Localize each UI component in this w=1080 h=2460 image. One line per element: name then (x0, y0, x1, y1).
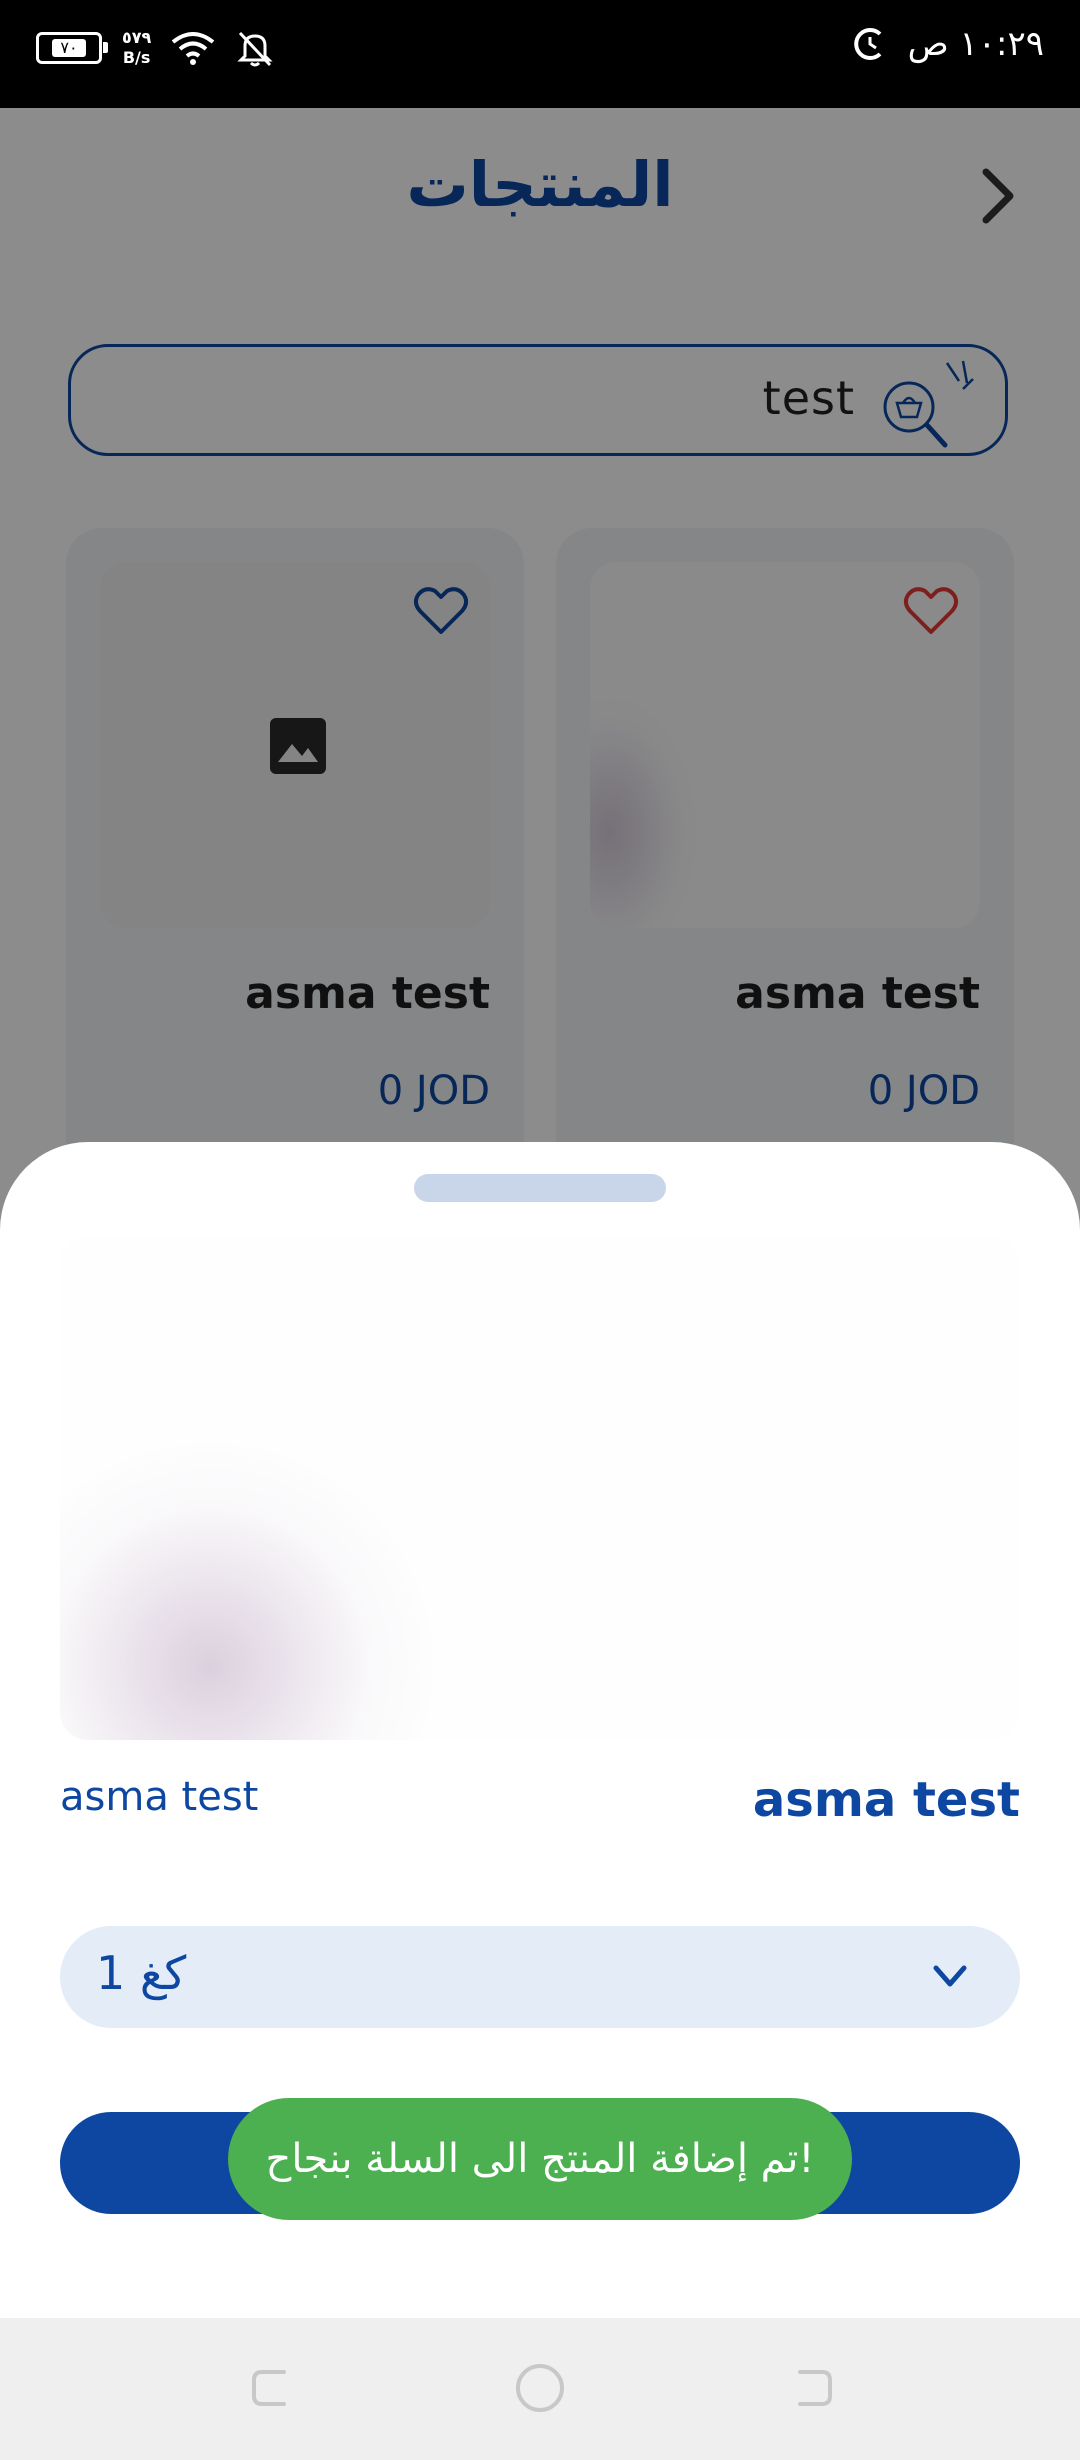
toast-message: !تم إضافة المنتج الى السلة بنجاح (265, 2136, 815, 2182)
drag-handle[interactable] (414, 1174, 666, 1202)
status-bar: ٧٠ ٥٧٩ B/s ١٠:٢٩ ص (0, 0, 1080, 108)
unit-select[interactable]: كغ 1 (60, 1926, 1020, 2028)
chevron-down-icon (933, 1965, 967, 1987)
product-image (60, 1236, 1020, 1740)
home-icon[interactable] (512, 2360, 568, 2416)
recents-icon[interactable] (244, 2360, 300, 2416)
status-left: ٧٠ ٥٧٩ B/s (36, 28, 275, 68)
system-nav-bar (0, 2318, 1080, 2460)
net-speed: ٥٧٩ B/s (122, 28, 151, 68)
success-toast: !تم إضافة المنتج الى السلة بنجاح (228, 2098, 852, 2220)
product-description: asma test (60, 1774, 259, 1820)
unit-select-value: كغ 1 (96, 1946, 187, 2000)
product-bottom-sheet: asma test asma test كغ 1 !تم إضافة المنت… (0, 1142, 1080, 2318)
net-speed-unit: B/s (122, 48, 151, 67)
product-title: asma test (752, 1772, 1020, 1828)
status-time: ١٠:٢٩ ص (907, 24, 1044, 64)
battery-level: ٧٠ (52, 39, 86, 57)
alarm-icon (853, 28, 881, 60)
net-speed-value: ٥٧٩ (122, 28, 152, 47)
status-right: ١٠:٢٩ ص (850, 24, 1044, 64)
battery-icon: ٧٠ (36, 32, 108, 64)
back-icon[interactable] (784, 2360, 840, 2416)
notifications-off-icon (237, 31, 273, 67)
wifi-icon (172, 32, 215, 65)
